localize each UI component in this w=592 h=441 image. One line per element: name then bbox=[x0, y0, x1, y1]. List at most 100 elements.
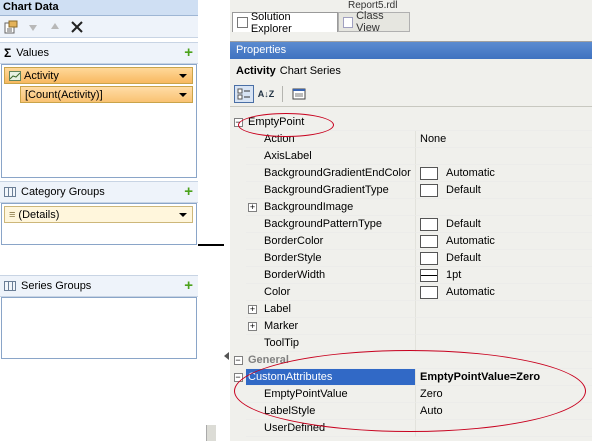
tab-class-view[interactable]: Class View bbox=[338, 10, 410, 34]
property-value-text: Default bbox=[446, 217, 481, 230]
property-value[interactable] bbox=[416, 199, 592, 216]
value-item-count-activity[interactable]: [Count(Activity)] bbox=[20, 86, 193, 103]
expand-icon[interactable]: + bbox=[248, 305, 257, 314]
property-value[interactable]: 1pt bbox=[416, 267, 592, 284]
property-value-text: EmptyPointValue=Zero bbox=[420, 370, 541, 383]
categorized-icon[interactable] bbox=[234, 85, 254, 103]
category-group-label: (Details) bbox=[18, 208, 60, 221]
property-row[interactable]: + BackgroundImage bbox=[230, 199, 592, 216]
category-group-item-details[interactable]: ≡ (Details) bbox=[4, 206, 193, 223]
value-item-activity[interactable]: Activity bbox=[4, 67, 193, 84]
property-name[interactable]: BackgroundPatternType bbox=[246, 216, 416, 233]
property-value[interactable]: Default bbox=[416, 182, 592, 199]
row-gutter bbox=[230, 199, 246, 216]
delete-icon[interactable] bbox=[69, 19, 85, 35]
property-name[interactable]: BackgroundGradientType bbox=[246, 182, 416, 199]
property-value[interactable] bbox=[416, 301, 592, 318]
property-row[interactable]: BorderStyle Default bbox=[230, 250, 592, 267]
property-row[interactable]: BorderColor Automatic bbox=[230, 233, 592, 250]
collapse-icon[interactable]: − bbox=[233, 373, 243, 382]
property-row[interactable]: ToolTip bbox=[230, 335, 592, 352]
property-row[interactable]: Action None bbox=[230, 131, 592, 148]
property-pages-icon[interactable] bbox=[289, 85, 309, 103]
alphabetical-icon[interactable]: A↓Z bbox=[256, 85, 276, 103]
collapse-icon[interactable]: − bbox=[233, 356, 243, 365]
property-value[interactable]: Automatic bbox=[416, 165, 592, 182]
property-value[interactable]: Automatic bbox=[416, 284, 592, 301]
property-row[interactable]: LabelStyle Auto bbox=[230, 403, 592, 420]
properties-toolbar: A↓Z bbox=[230, 82, 592, 107]
property-row[interactable]: + Label bbox=[230, 301, 592, 318]
property-value[interactable]: Automatic bbox=[416, 233, 592, 250]
property-value[interactable]: EmptyPointValue=Zero bbox=[416, 369, 592, 386]
property-name-text: AxisLabel bbox=[264, 150, 312, 162]
property-name[interactable]: + Marker bbox=[246, 318, 416, 335]
property-value bbox=[416, 114, 592, 131]
row-gutter bbox=[230, 182, 246, 199]
property-name[interactable]: + Label bbox=[246, 301, 416, 318]
property-name[interactable]: LabelStyle bbox=[246, 403, 416, 420]
property-name[interactable]: Action bbox=[246, 131, 416, 148]
expand-icon[interactable]: + bbox=[248, 322, 257, 331]
property-row[interactable]: BackgroundPatternType Default bbox=[230, 216, 592, 233]
move-up-icon[interactable] bbox=[47, 19, 63, 35]
add-value-icon[interactable]: + bbox=[184, 45, 193, 60]
property-row[interactable]: BackgroundGradientType Default bbox=[230, 182, 592, 199]
expand-icon[interactable]: + bbox=[248, 203, 257, 212]
property-row[interactable]: AxisLabel bbox=[230, 148, 592, 165]
property-name[interactable]: + BackgroundImage bbox=[246, 199, 416, 216]
collapse-arrow-icon[interactable] bbox=[224, 352, 229, 360]
design-surface-gap bbox=[198, 0, 224, 441]
property-name[interactable]: EmptyPointValue bbox=[246, 386, 416, 403]
property-name[interactable]: AxisLabel bbox=[246, 148, 416, 165]
property-name[interactable]: BorderColor bbox=[246, 233, 416, 250]
property-row[interactable]: − EmptyPoint bbox=[230, 114, 592, 131]
property-value[interactable] bbox=[416, 420, 592, 437]
color-swatch bbox=[420, 268, 438, 282]
chevron-down-icon[interactable] bbox=[179, 74, 187, 78]
property-value[interactable] bbox=[416, 148, 592, 165]
property-name[interactable]: EmptyPoint bbox=[246, 114, 416, 131]
property-row[interactable]: − CustomAttributes EmptyPointValue=Zero bbox=[230, 369, 592, 386]
property-name[interactable]: CustomAttributes bbox=[246, 369, 416, 386]
scrollbar[interactable] bbox=[206, 425, 216, 441]
line-chart-icon bbox=[9, 70, 21, 81]
object-selector[interactable]: Activity Chart Series bbox=[230, 59, 592, 82]
chevron-down-icon[interactable] bbox=[179, 93, 187, 97]
property-row[interactable]: Color Automatic bbox=[230, 284, 592, 301]
property-value[interactable]: Default bbox=[416, 216, 592, 233]
property-value[interactable]: None bbox=[416, 131, 592, 148]
property-value[interactable]: Default bbox=[416, 250, 592, 267]
property-row[interactable]: EmptyPointValue Zero bbox=[230, 386, 592, 403]
move-down-icon[interactable] bbox=[25, 19, 41, 35]
property-row[interactable]: UserDefined bbox=[230, 420, 592, 437]
property-name[interactable]: BorderStyle bbox=[246, 250, 416, 267]
property-value[interactable] bbox=[416, 335, 592, 352]
tab-solution-explorer[interactable]: Solution Explorer bbox=[232, 11, 338, 35]
property-value[interactable] bbox=[416, 318, 592, 335]
chevron-down-icon[interactable] bbox=[179, 213, 187, 217]
property-name[interactable]: Color bbox=[246, 284, 416, 301]
properties-icon[interactable] bbox=[3, 19, 19, 35]
property-name[interactable]: BackgroundGradientEndColor bbox=[246, 165, 416, 182]
property-value-text: Automatic bbox=[446, 234, 495, 247]
property-value[interactable]: Zero bbox=[416, 386, 592, 403]
property-name[interactable]: BorderWidth bbox=[246, 267, 416, 284]
property-name-text: Label bbox=[264, 303, 291, 315]
property-name[interactable]: General bbox=[246, 352, 416, 369]
property-name[interactable]: ToolTip bbox=[246, 335, 416, 352]
property-name-text: EmptyPointValue bbox=[264, 388, 348, 400]
property-row[interactable]: BorderWidth 1pt bbox=[230, 267, 592, 284]
row-gutter bbox=[230, 284, 246, 301]
property-name-text: Marker bbox=[264, 320, 299, 332]
property-row[interactable]: + Marker bbox=[230, 318, 592, 335]
add-series-group-icon[interactable]: + bbox=[184, 278, 193, 293]
property-row[interactable]: BackgroundGradientEndColor Automatic bbox=[230, 165, 592, 182]
collapse-icon[interactable]: − bbox=[233, 118, 243, 127]
property-value[interactable]: Auto bbox=[416, 403, 592, 420]
series-groups-header: Series Groups + bbox=[0, 275, 198, 297]
row-gutter: − bbox=[230, 352, 246, 369]
property-row[interactable]: − General bbox=[230, 352, 592, 369]
add-category-group-icon[interactable]: + bbox=[184, 184, 193, 199]
property-name[interactable]: UserDefined bbox=[246, 420, 416, 437]
